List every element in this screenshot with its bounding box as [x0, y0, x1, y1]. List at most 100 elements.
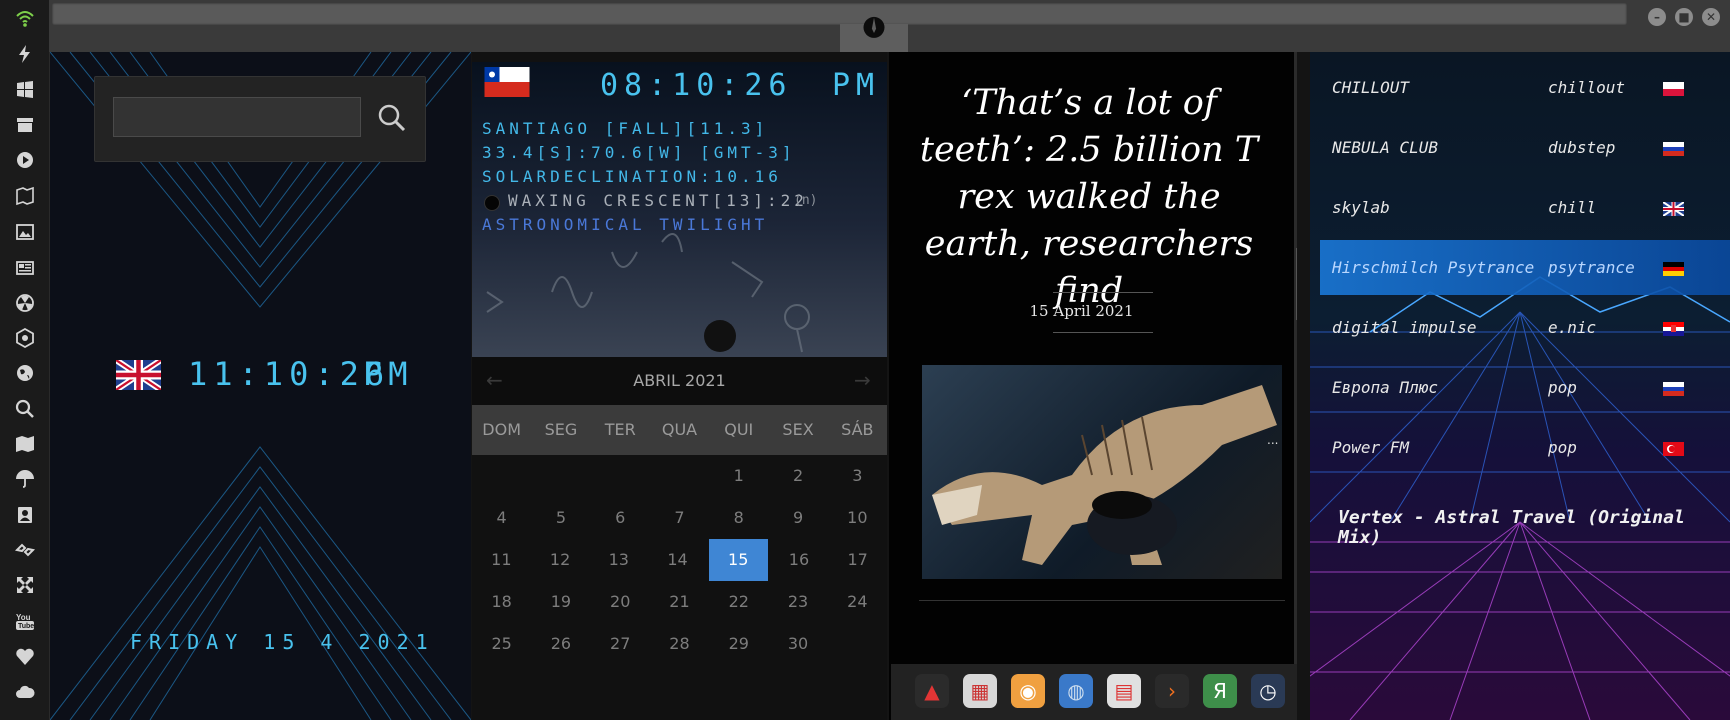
calendar-day	[650, 455, 709, 497]
calendar-day[interactable]: 16	[770, 539, 829, 581]
calendar-day[interactable]: 12	[531, 539, 590, 581]
calendar-day[interactable]: 10	[828, 497, 887, 539]
station-name: Hirschmilch Psytrance	[1332, 258, 1535, 277]
minimize-button[interactable]: –	[1648, 8, 1666, 26]
article-image[interactable]: ...	[922, 365, 1282, 579]
map-icon[interactable]	[13, 432, 37, 456]
calendar-day	[472, 455, 531, 497]
calendar-clock-icon[interactable]: ▤	[1107, 674, 1141, 708]
rebel-logo-tab[interactable]	[840, 16, 908, 52]
calendar-day[interactable]: 13	[589, 539, 648, 581]
map-book-icon[interactable]	[13, 184, 37, 208]
close-button[interactable]: ✕	[1702, 8, 1720, 26]
article-headline[interactable]: ‘That’s a lot of teeth’: 2.5 billion T r…	[919, 80, 1259, 315]
weekday-header: SÁB	[841, 420, 874, 439]
uk-flag-icon	[1663, 202, 1684, 216]
calendar-day-today[interactable]: 15	[708, 539, 768, 581]
calendar-day[interactable]: 26	[531, 623, 590, 665]
globe-icon[interactable]	[13, 361, 37, 385]
calendar-day[interactable]: 6	[591, 497, 650, 539]
station-row[interactable]: Power FM pop	[1320, 422, 1730, 474]
maximize-button[interactable]: ■	[1675, 8, 1693, 26]
calendar-day[interactable]: 29	[709, 623, 768, 665]
play-icon[interactable]	[13, 148, 37, 172]
calendar-day[interactable]: 11	[472, 539, 531, 581]
calendar-day[interactable]: 19	[531, 581, 590, 623]
station-row[interactable]: digital impulse e.nic	[1320, 302, 1730, 354]
scrollbar[interactable]	[1294, 52, 1297, 664]
calendar-day	[591, 455, 650, 497]
calendar-day[interactable]: 5	[531, 497, 590, 539]
search-icon[interactable]	[13, 397, 37, 421]
address-bar[interactable]	[52, 3, 1627, 25]
youtube-icon[interactable]: You Tube	[13, 609, 37, 633]
heart-icon[interactable]	[13, 645, 37, 669]
wifi-icon[interactable]	[13, 6, 37, 30]
yandex-icon[interactable]: Я	[1203, 674, 1237, 708]
calendar-day[interactable]: 4	[472, 497, 531, 539]
calendar-day[interactable]: 14	[648, 539, 707, 581]
calendar-day[interactable]: 30	[768, 623, 827, 665]
calendar-day[interactable]: 8	[709, 497, 768, 539]
station-row[interactable]: skylab chill	[1320, 182, 1730, 234]
calendar-day[interactable]: 23	[768, 581, 827, 623]
calendar-day[interactable]: 25	[472, 623, 531, 665]
weekday-header: QUA	[661, 420, 698, 439]
poland-flag-icon	[1663, 82, 1684, 96]
radio-panel: CHILLOUT chillout NEBULA CLUB dubstep skylab…	[1310, 52, 1730, 720]
cloud-icon[interactable]	[13, 680, 37, 704]
calendar-day[interactable]: 2	[768, 455, 827, 497]
station-row[interactable]: Европа Плюс pop	[1320, 362, 1730, 414]
calendar-week: 11 12 13 14 15 16 17	[472, 539, 887, 581]
station-name: Европа Плюс	[1332, 378, 1438, 397]
location-line: SANTIAGO [FALL][11.3]	[482, 119, 769, 138]
arrow-app-icon[interactable]: ›	[1155, 674, 1189, 708]
station-genre: pop	[1548, 378, 1577, 397]
station-row[interactable]: CHILLOUT chillout	[1320, 62, 1730, 114]
world-clock-panel: 11:10:26 PM FRIDAY 15 4 2021	[50, 52, 471, 720]
calendar-month: ABRIL 2021	[633, 371, 726, 390]
windows-icon[interactable]	[13, 78, 37, 102]
calendar-day[interactable]: 21	[650, 581, 709, 623]
scrollbar-thumb[interactable]	[1296, 248, 1297, 320]
weekday-header: TER	[604, 420, 636, 439]
station-row[interactable]: Hirschmilch Psytrance psytrance	[1320, 242, 1730, 294]
calendar-day[interactable]: 24	[828, 581, 887, 623]
calendar-day[interactable]: 17	[828, 539, 887, 581]
image-icon[interactable]	[13, 220, 37, 244]
calendar-day[interactable]: 22	[709, 581, 768, 623]
calendar-day[interactable]: 20	[591, 581, 650, 623]
article-date: 15 April 2021	[1029, 302, 1134, 320]
next-month-button[interactable]: →	[854, 368, 871, 392]
calendar-day[interactable]: 3	[828, 455, 887, 497]
umbrella-icon[interactable]	[13, 467, 37, 491]
search-app-icon[interactable]: ◉	[1011, 674, 1045, 708]
archive-icon[interactable]	[13, 113, 37, 137]
radiation-icon[interactable]	[13, 291, 37, 315]
station-genre: pop	[1548, 438, 1577, 457]
divider	[919, 600, 1285, 601]
globe-app-icon[interactable]: ◍	[1059, 674, 1093, 708]
news-icon[interactable]	[13, 256, 37, 280]
lightning-icon[interactable]	[13, 42, 37, 66]
clock-app-icon[interactable]: ◷	[1251, 674, 1285, 708]
search-icon[interactable]	[377, 103, 407, 133]
expand-icon[interactable]	[13, 573, 37, 597]
calendar-day[interactable]: 9	[768, 497, 827, 539]
calendar-day[interactable]: 28	[650, 623, 709, 665]
calendar-day[interactable]: 27	[591, 623, 650, 665]
calendar-day[interactable]: 18	[472, 581, 531, 623]
search-input[interactable]	[113, 97, 361, 137]
santiago-clock-time: 08:10:26	[600, 68, 793, 103]
contacts-icon[interactable]	[13, 503, 37, 527]
red-app-icon[interactable]: ▲	[915, 674, 949, 708]
calendar-app-icon[interactable]: ▦	[963, 674, 997, 708]
hexagon-icon[interactable]	[13, 326, 37, 350]
calendar-week: 25 26 27 28 29 30	[472, 623, 887, 665]
station-row[interactable]: NEBULA CLUB dubstep	[1320, 122, 1730, 174]
calendar-day[interactable]: 1	[709, 455, 768, 497]
twilight-line: ASTRONOMICAL TWILIGHT	[482, 215, 769, 234]
calendar-day[interactable]: 7	[650, 497, 709, 539]
station-genre: psytrance	[1548, 258, 1635, 277]
link-icon[interactable]	[13, 538, 37, 562]
